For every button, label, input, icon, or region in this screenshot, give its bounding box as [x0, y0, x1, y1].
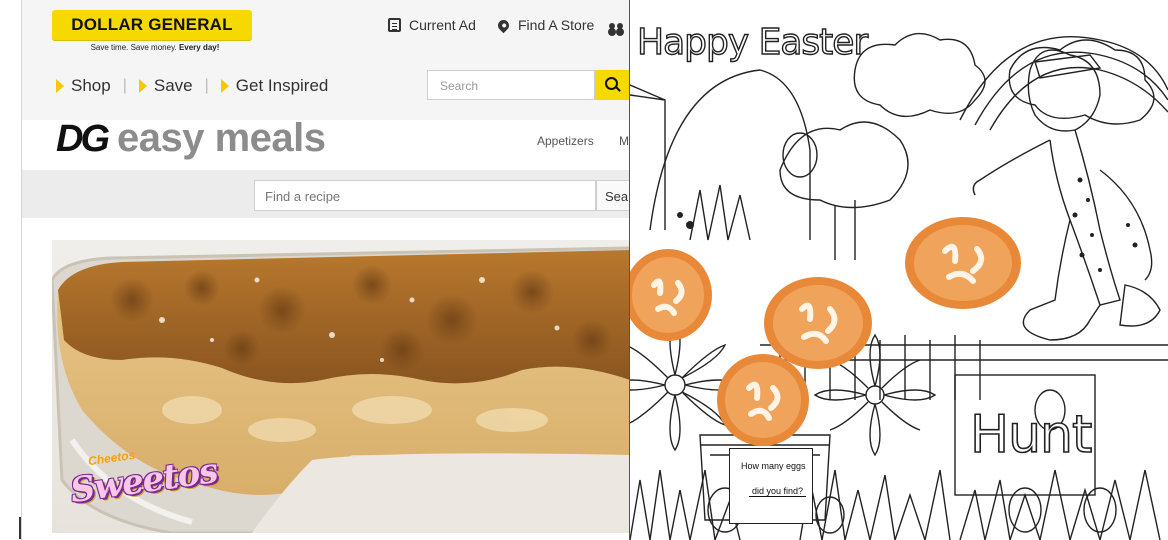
nav-get-inspired[interactable]: Get Inspired	[220, 76, 329, 96]
category-next[interactable]: M	[619, 134, 629, 148]
site-search-button[interactable]	[595, 70, 630, 100]
tagline-plain: Save time. Save money.	[90, 43, 177, 52]
nav-separator: |	[204, 77, 209, 94]
left-edge-tick	[19, 517, 21, 539]
tagline: Save time. Save money. Every day!	[60, 43, 250, 52]
happy-easter-title: Happy Easter	[636, 21, 869, 63]
egg-question-line1: How many eggs	[741, 461, 806, 471]
nav-separator: |	[122, 77, 127, 94]
egg-question-line2: did you find?	[749, 486, 807, 497]
nav-arrow-icon	[138, 79, 147, 93]
egg-question-line2-text: did you find?	[749, 486, 807, 497]
dollar-general-logo[interactable]: DOLLAR GENERAL	[52, 10, 252, 40]
nav-save-label: Save	[153, 76, 193, 95]
tagline-bold: Every day!	[178, 43, 220, 52]
nav-shop[interactable]: Shop	[56, 76, 111, 96]
people-icon	[608, 23, 626, 33]
nav-save[interactable]: Save	[138, 76, 193, 96]
logo-text: DOLLAR GENERAL	[71, 15, 233, 34]
recipe-search-input[interactable]: Find a recipe	[254, 180, 596, 211]
dg-mark: DG	[56, 118, 110, 160]
nav-arrow-icon	[220, 79, 229, 93]
hunt-word: Hunt	[969, 404, 1093, 466]
current-ad-label: Current Ad	[409, 17, 476, 33]
main-nav: Shop | Save | Get Inspired	[56, 76, 328, 96]
category-appetizers[interactable]: Appetizers	[537, 134, 594, 148]
find-store-label: Find A Store	[518, 17, 595, 33]
circular-icon	[388, 18, 401, 32]
nav-arrow-icon	[56, 79, 64, 93]
panel-divider	[629, 0, 630, 540]
easy-meals-logo[interactable]: DG easy meals	[56, 116, 326, 166]
site-search-input[interactable]: Search	[427, 70, 595, 100]
location-pin-icon	[495, 17, 512, 33]
nav-shop-label: Shop	[71, 76, 111, 95]
search-icon-handle	[615, 86, 621, 92]
nav-get-inspired-label: Get Inspired	[235, 76, 329, 95]
find-store-link[interactable]: Find A Store	[495, 16, 595, 34]
easy-meals-word: easy meals	[117, 116, 326, 160]
current-ad-link[interactable]: Current Ad	[388, 16, 476, 34]
account-link[interactable]	[608, 19, 626, 37]
